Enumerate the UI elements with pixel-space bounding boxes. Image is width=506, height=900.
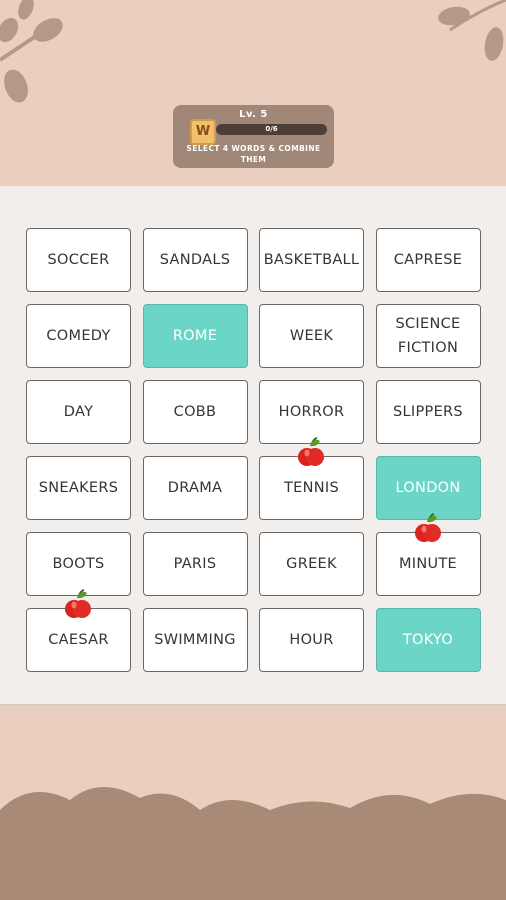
word-tile[interactable]: TENNIS xyxy=(259,437,364,520)
word-tile[interactable]: HOUR xyxy=(259,608,364,672)
word-tile-label: SWIMMING xyxy=(154,632,236,648)
word-tile-label: ROME xyxy=(172,328,218,344)
word-tile-label: SLIPPERS xyxy=(393,404,463,420)
word-tile-label: WEEK xyxy=(289,328,334,344)
word-tile[interactable]: MINUTE xyxy=(375,513,481,596)
top-background: W Lv. 5 0/6 SELECT 4 WORDS & COMBINE THE… xyxy=(0,0,506,185)
progress-bar: 0/6 xyxy=(216,124,327,135)
word-tile-label: DAY xyxy=(63,404,94,420)
word-tile[interactable]: SNEAKERS xyxy=(26,456,131,520)
word-tile[interactable]: SANDALS xyxy=(142,228,248,292)
word-tile[interactable]: SWIMMING xyxy=(142,608,248,672)
word-tile[interactable]: DAY xyxy=(26,380,131,444)
word-tile[interactable]: SCIENCE FICTION xyxy=(375,304,481,368)
word-tile-label: DRAMA xyxy=(167,480,223,496)
instruction-text: SELECT 4 WORDS & COMBINE THEM xyxy=(186,144,321,164)
leaf-branch-icon xyxy=(0,0,63,103)
apple-icon[interactable] xyxy=(298,437,324,469)
leaf-branch-icon xyxy=(438,0,506,61)
word-tile-label: MINUTE xyxy=(398,556,458,572)
word-tile-label: SOCCER xyxy=(47,252,110,268)
word-tile[interactable]: COMEDY xyxy=(26,304,131,368)
word-tile-label: SANDALS xyxy=(159,252,231,268)
word-tile-label: COMEDY xyxy=(46,328,111,344)
word-tile[interactable]: PARIS xyxy=(142,532,248,596)
word-tile-label: HOUR xyxy=(289,632,334,648)
progress-text: 0/6 xyxy=(265,125,278,133)
word-tile[interactable]: BOOTS xyxy=(26,532,131,596)
bush-silhouette xyxy=(0,786,506,900)
apple-icon[interactable] xyxy=(65,589,91,621)
bottom-background xyxy=(0,705,506,900)
word-tile[interactable]: ROME xyxy=(142,304,248,368)
word-tile-label: TOKYO xyxy=(402,632,454,648)
word-tile[interactable]: WEEK xyxy=(259,304,364,368)
word-tile[interactable]: CAESAR xyxy=(26,589,131,672)
word-grid: SOCCER SANDALS BASKETBALL CAPRESE COMEDY ROME… xyxy=(26,228,481,672)
word-tile-label: SNEAKERS xyxy=(38,480,119,496)
game-board: SOCCER SANDALS BASKETBALL CAPRESE COMEDY ROME… xyxy=(0,185,506,706)
word-tile[interactable]: SLIPPERS xyxy=(375,380,481,444)
letter-tile-icon: W xyxy=(190,119,216,145)
word-tile[interactable]: BASKETBALL xyxy=(259,228,364,292)
word-tile[interactable]: COBB xyxy=(142,380,248,444)
word-tile-label: CAPRESE xyxy=(393,252,463,268)
apple-icon[interactable] xyxy=(414,513,441,545)
word-tile-label: SCIENCE FICTION xyxy=(395,316,461,356)
word-tile-label: CAESAR xyxy=(48,632,109,648)
level-label: Lv. 5 xyxy=(239,109,268,120)
word-tile-label: HORROR xyxy=(278,404,345,420)
word-tile-label: LONDON xyxy=(395,480,461,496)
word-tile[interactable]: SOCCER xyxy=(26,228,131,292)
word-tile[interactable]: LONDON xyxy=(375,456,481,520)
word-tile[interactable]: DRAMA xyxy=(142,456,248,520)
word-tile[interactable]: TOKYO xyxy=(375,608,481,672)
word-tile-label: BOOTS xyxy=(52,556,105,572)
word-tile-label: TENNIS xyxy=(284,480,339,496)
word-tile-label: COBB xyxy=(173,404,217,420)
word-tile-label: GREEK xyxy=(286,556,337,572)
level-panel: W Lv. 5 0/6 SELECT 4 WORDS & COMBINE THE… xyxy=(173,105,334,168)
word-tile-label: BASKETBALL xyxy=(263,252,360,268)
word-tile[interactable]: CAPRESE xyxy=(375,228,481,292)
word-tile[interactable]: HORROR xyxy=(259,380,364,444)
word-tile[interactable]: GREEK xyxy=(259,532,364,596)
word-tile-label: PARIS xyxy=(173,556,217,572)
